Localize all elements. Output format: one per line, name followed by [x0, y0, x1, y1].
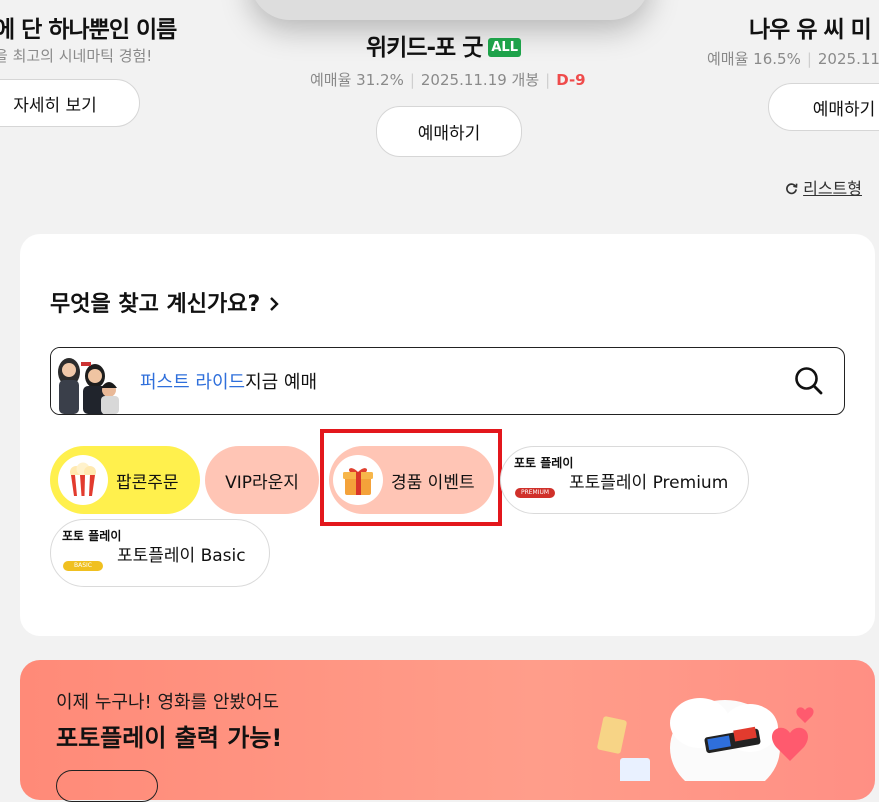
booking-rate-right: 예매율 16.5%	[707, 50, 801, 68]
chip-popcorn-order[interactable]: 팝콘주문	[50, 446, 200, 514]
photoplay-premium-logo: 포토 플레이 PREMIUM	[514, 456, 574, 498]
search-suffix: 지금 예매	[245, 372, 318, 393]
popcorn-icon	[58, 455, 108, 505]
booking-rate: 예매율 31.2%	[310, 71, 404, 89]
release-date-right: 2025.11.12	[817, 50, 879, 68]
release-date: 2025.11.19 개봉	[420, 71, 540, 89]
chip-photoplay-basic[interactable]: 포토 플레이 BASIC 포토플레이 Basic	[50, 519, 270, 587]
slide-right-meta: 예매율 16.5%|2025.11.12	[707, 48, 879, 69]
chip-vip-lounge[interactable]: VIP라운지	[205, 446, 319, 514]
promo-illustration	[590, 688, 830, 796]
list-view-label: 리스트형	[803, 179, 862, 198]
promo-line1: 이제 누구나! 영화를 안봤어도	[56, 692, 280, 713]
search-icon[interactable]	[794, 366, 824, 400]
book-button-right[interactable]: 예매하기	[768, 83, 879, 131]
details-button[interactable]: 자세히 보기	[0, 79, 140, 127]
quick-menu-title[interactable]: 무엇을 찾고 계신가요?	[50, 286, 280, 318]
book-button-center[interactable]: 예매하기	[376, 106, 522, 157]
poster-shadow	[250, 0, 650, 20]
photoplay-basic-logo: 포토 플레이 BASIC	[62, 529, 122, 571]
chip-photoplay-premium-label: 포토플레이 Premium	[569, 472, 729, 493]
dday-badge: D-9	[556, 71, 586, 89]
promo-line2: 포토플레이 출력 가능!	[56, 724, 283, 752]
chip-vip-label: VIP라운지	[225, 472, 299, 493]
highlight-frame	[320, 429, 502, 526]
search-highlight: 퍼스트 라이드	[140, 372, 246, 393]
slide-center-meta: 예매율 31.2% | 2025.11.19 개봉 | D-9	[310, 71, 586, 89]
list-view-toggle[interactable]: 리스트형	[785, 175, 862, 199]
promo-button[interactable]	[56, 770, 158, 802]
quick-menu-title-text: 무엇을 찾고 계신가요?	[50, 292, 261, 317]
search-promo-image	[51, 348, 123, 414]
search-text: 퍼스트 라이드지금 예매	[140, 368, 317, 394]
slide-center-title: 위키드-포 굿 ALL	[366, 28, 521, 62]
slide-left-title: 에 단 하나뿐인 이름	[0, 17, 177, 43]
movie-title: 위키드-포 굿	[366, 35, 483, 61]
refresh-icon	[785, 179, 803, 198]
chip-popcorn-label: 팝콘주문	[116, 472, 179, 493]
chip-photoplay-premium[interactable]: 포토 플레이 PREMIUM 포토플레이 Premium	[500, 446, 749, 514]
slide-left-subtitle: 을 최고의 시네마틱 경험!	[0, 47, 153, 65]
rating-all-badge: ALL	[488, 38, 521, 57]
slide-right-title: 나우 유 씨 미 3	[749, 17, 879, 43]
chip-photoplay-basic-label: 포토플레이 Basic	[117, 545, 246, 566]
chevron-right-icon	[268, 292, 280, 317]
